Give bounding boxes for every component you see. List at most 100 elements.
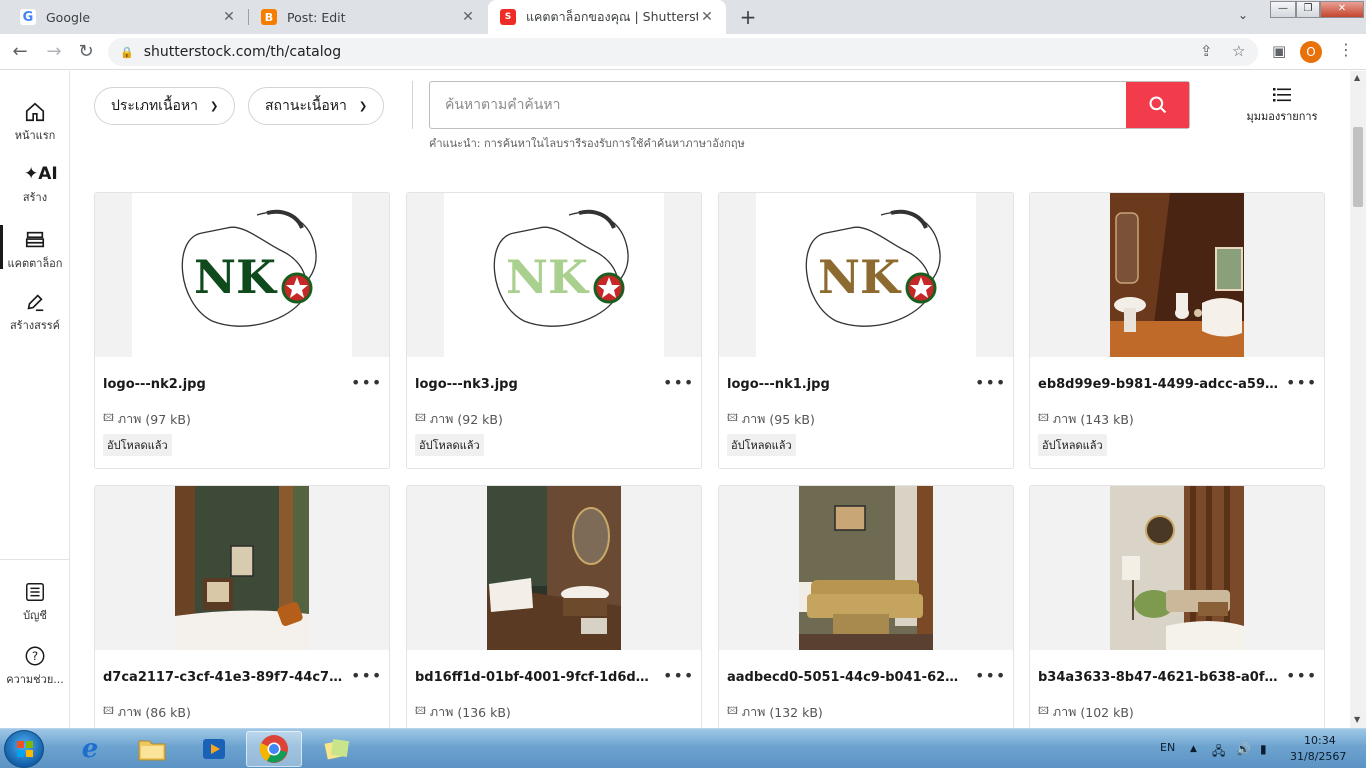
close-icon[interactable]: ✕ bbox=[459, 9, 477, 25]
asset-card[interactable]: NK logo---nk1.jpg ••• 🖾 ภาพ (95 kB) อัปโห… bbox=[718, 192, 1014, 469]
restore-window-button[interactable]: ❐ bbox=[1296, 1, 1320, 18]
close-icon[interactable]: ✕ bbox=[698, 9, 716, 25]
search-hint: คำแนะนำ: การค้นหาในไลบรารีรองรับการใช้คำ… bbox=[429, 137, 745, 150]
search-input[interactable] bbox=[430, 82, 1126, 128]
more-options-icon[interactable]: ••• bbox=[663, 666, 694, 685]
close-icon[interactable]: ✕ bbox=[220, 9, 238, 25]
asset-thumbnail[interactable]: NK bbox=[756, 193, 976, 357]
close-window-button[interactable]: ✕ bbox=[1320, 1, 1364, 18]
asset-name[interactable]: aadbecd0-5051-44c9-b041-6278d7... bbox=[727, 670, 967, 685]
asset-card[interactable]: NK logo---nk3.jpg ••• 🖾 ภาพ (92 kB) อัปโห… bbox=[406, 192, 702, 469]
browser-menu-icon[interactable]: ⋮ bbox=[1338, 40, 1354, 59]
chrome-icon bbox=[259, 735, 288, 763]
asset-name[interactable]: logo---nk1.jpg bbox=[727, 377, 967, 392]
bathroom-dark-photo bbox=[487, 486, 621, 650]
tab-post-edit[interactable]: B Post: Edit ✕ bbox=[249, 0, 487, 34]
more-options-icon[interactable]: ••• bbox=[663, 373, 694, 392]
asset-meta: 🖾 ภาพ (102 kB) bbox=[1038, 702, 1134, 722]
asset-size: (136 kB) bbox=[457, 704, 511, 720]
asset-card[interactable]: b34a3633-8b47-4621-b638-a0fca9... ••• 🖾ภ… bbox=[1029, 485, 1325, 728]
content-status-dropdown[interactable]: สถานะเนื้อหา ❯ bbox=[248, 87, 385, 125]
list-view-label: มุมมองรายการ bbox=[1246, 110, 1318, 123]
more-options-icon[interactable]: ••• bbox=[975, 666, 1006, 685]
tab-search-chevron-icon[interactable]: ⌄ bbox=[1238, 8, 1248, 22]
asset-thumbnail[interactable] bbox=[175, 486, 309, 650]
more-options-icon[interactable]: ••• bbox=[351, 373, 382, 392]
network-adapter-icon[interactable]: 🖧 bbox=[1212, 742, 1225, 763]
tab-shutterstock-catalog[interactable]: S แคตตาล็อกของคุณ | Shutterstock ✕ bbox=[488, 0, 726, 34]
content-type-dropdown[interactable]: ประเภทเนื้อหา ❯ bbox=[94, 87, 236, 125]
asset-thumbnail[interactable] bbox=[1110, 193, 1244, 357]
more-options-icon[interactable]: ••• bbox=[1286, 666, 1317, 685]
reload-icon[interactable]: ↻ bbox=[74, 40, 98, 64]
back-arrow-icon[interactable]: ← bbox=[8, 40, 32, 64]
share-icon[interactable]: ⇪ bbox=[1200, 42, 1213, 60]
sidebar-item-help[interactable]: ? ความช่วย... bbox=[0, 645, 70, 688]
address-bar[interactable]: 🔒 shutterstock.com/th/catalog bbox=[108, 38, 1258, 66]
asset-name[interactable]: d7ca2117-c3cf-41e3-89f7-44c7d48... bbox=[103, 670, 343, 685]
catalog-page: หน้าแรก ✦AI สร้าง แคตตาล็อก สร้างสรรค์ บ… bbox=[0, 71, 1350, 728]
sidebar-item-home[interactable]: หน้าแรก bbox=[0, 101, 70, 144]
asset-name[interactable]: bd16ff1d-01bf-4001-9fcf-1d6d7fc5... bbox=[415, 670, 655, 685]
asset-thumbnail[interactable] bbox=[487, 486, 621, 650]
asset-card[interactable]: NK logo---nk2.jpg ••• 🖾 ภาพ (97 kB) อัปโห… bbox=[94, 192, 390, 469]
tab-title: Post: Edit bbox=[287, 9, 346, 25]
new-tab-button[interactable]: + bbox=[736, 5, 760, 29]
url-text[interactable]: shutterstock.com/th/catalog bbox=[144, 44, 341, 60]
taskbar-internet-explorer[interactable]: e bbox=[62, 731, 118, 767]
clock-date[interactable]: 31/8/2567 bbox=[1290, 750, 1346, 763]
scroll-up-icon[interactable]: ▲ bbox=[1354, 73, 1360, 82]
asset-thumbnail[interactable] bbox=[1110, 486, 1244, 650]
scroll-down-icon[interactable]: ▼ bbox=[1354, 715, 1360, 724]
profile-avatar[interactable]: O bbox=[1300, 41, 1322, 63]
asset-meta: 🖾 ภาพ (92 kB) bbox=[415, 409, 503, 429]
language-indicator[interactable]: EN bbox=[1160, 741, 1175, 754]
asset-thumbnail[interactable]: NK bbox=[444, 193, 664, 357]
asset-card[interactable]: bd16ff1d-01bf-4001-9fcf-1d6d7fc5... ••• … bbox=[406, 485, 702, 728]
taskbar-sticky-notes[interactable] bbox=[308, 731, 364, 767]
taskbar-chrome[interactable] bbox=[246, 731, 302, 767]
status-badge: อัปโหลดแล้ว bbox=[727, 434, 796, 456]
more-options-icon[interactable]: ••• bbox=[351, 666, 382, 685]
windows-taskbar: e EN ▲ 🖧 🔊 ▮ 10:34 31/8/2567 bbox=[0, 728, 1366, 768]
sidebar-item-account[interactable]: บัญชี bbox=[0, 581, 70, 624]
show-hidden-icons-icon[interactable]: ▲ bbox=[1190, 744, 1197, 754]
more-options-icon[interactable]: ••• bbox=[1286, 373, 1317, 392]
scrollbar-thumb[interactable] bbox=[1353, 127, 1363, 207]
asset-name[interactable]: eb8d99e9-b981-4499-adcc-a5905a... bbox=[1038, 377, 1278, 392]
asset-thumbnail[interactable]: NK bbox=[132, 193, 352, 357]
asset-thumbnail[interactable] bbox=[799, 486, 933, 650]
sidebar-item-creative[interactable]: สร้างสรรค์ bbox=[0, 291, 70, 334]
asset-type: ภาพ bbox=[741, 704, 766, 719]
more-options-icon[interactable]: ••• bbox=[975, 373, 1006, 392]
media-player-icon bbox=[203, 739, 225, 759]
asset-card[interactable]: d7ca2117-c3cf-41e3-89f7-44c7d48... ••• 🖾… bbox=[94, 485, 390, 728]
search-button[interactable] bbox=[1126, 82, 1189, 128]
taskbar-media-player[interactable] bbox=[186, 731, 242, 767]
forward-arrow-icon[interactable]: → bbox=[42, 40, 66, 64]
edit-icon bbox=[27, 294, 44, 312]
asset-size: (143 kB) bbox=[1080, 411, 1134, 427]
asset-type: ภาพ bbox=[1052, 704, 1077, 719]
bookmark-star-icon[interactable]: ☆ bbox=[1232, 42, 1245, 60]
page-scrollbar[interactable]: ▲ ▼ bbox=[1350, 71, 1366, 728]
asset-name[interactable]: logo---nk2.jpg bbox=[103, 377, 343, 392]
sidebar-item-catalog[interactable]: แคตตาล็อก bbox=[0, 225, 70, 272]
sidebar-item-create-ai[interactable]: ✦AI สร้าง bbox=[0, 163, 70, 206]
asset-name[interactable]: logo---nk3.jpg bbox=[415, 377, 655, 392]
taskbar-file-explorer[interactable] bbox=[124, 731, 180, 767]
sidebar-item-label: บัญชี bbox=[23, 609, 47, 622]
signal-icon[interactable]: ▮ bbox=[1260, 742, 1267, 756]
minimize-window-button[interactable]: — bbox=[1270, 1, 1296, 18]
volume-icon[interactable]: 🔊 bbox=[1236, 742, 1251, 756]
side-panel-icon[interactable]: ▣ bbox=[1272, 42, 1286, 60]
asset-card[interactable]: aadbecd0-5051-44c9-b041-6278d7... ••• 🖾ภ… bbox=[718, 485, 1014, 728]
asset-name[interactable]: b34a3633-8b47-4621-b638-a0fca9... bbox=[1038, 670, 1278, 685]
asset-type: ภาพ bbox=[741, 411, 766, 426]
list-view-toggle[interactable]: มุมมองรายการ bbox=[1240, 87, 1324, 125]
asset-card[interactable]: eb8d99e9-b981-4499-adcc-a5905a... ••• 🖾ภ… bbox=[1029, 192, 1325, 469]
start-button[interactable] bbox=[4, 730, 44, 768]
browser-toolbar: ← → ↻ 🔒 shutterstock.com/th/catalog ⇪ ☆ … bbox=[0, 34, 1366, 70]
clock-time[interactable]: 10:34 bbox=[1304, 734, 1336, 747]
tab-google[interactable]: G Google ✕ bbox=[8, 0, 248, 34]
